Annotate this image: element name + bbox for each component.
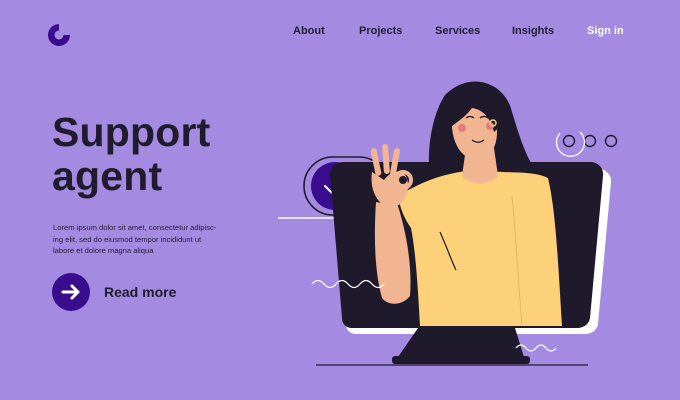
read-more-label: Read more [104, 284, 177, 300]
hero-title: Support agent [52, 110, 292, 198]
arrow-right-icon [61, 284, 80, 300]
nav-link-projects[interactable]: Projects [359, 25, 402, 37]
hero-description-line-1: Lorem ipsum dolor sit amet, consectetur … [53, 223, 217, 232]
sign-in-link[interactable]: Sign in [587, 25, 624, 37]
nav-link-services[interactable]: Services [435, 25, 480, 37]
nav-link-about[interactable]: About [293, 25, 325, 37]
hero-description-line-3: labore et dolore magna aliqua [53, 246, 154, 256]
hero-description: Lorem ipsum dolor sit amet, consectetur … [53, 222, 238, 257]
hero-description-line-2: ing elit, sed do eiusmod tempor incididu… [53, 234, 202, 244]
cta-circle[interactable] [52, 273, 90, 311]
squiggle-right [515, 344, 557, 352]
shirt [398, 170, 562, 326]
hero-title-line-1: Support [52, 109, 211, 155]
carousel-dots-decoration [562, 134, 618, 148]
support-agent-illustration [278, 81, 618, 366]
main-nav: About Projects Services Insights Sign in [0, 25, 680, 41]
hero-title-line-2: agent [52, 153, 163, 199]
read-more-button[interactable]: Read more [52, 273, 202, 311]
nav-link-insights[interactable]: Insights [512, 25, 554, 37]
